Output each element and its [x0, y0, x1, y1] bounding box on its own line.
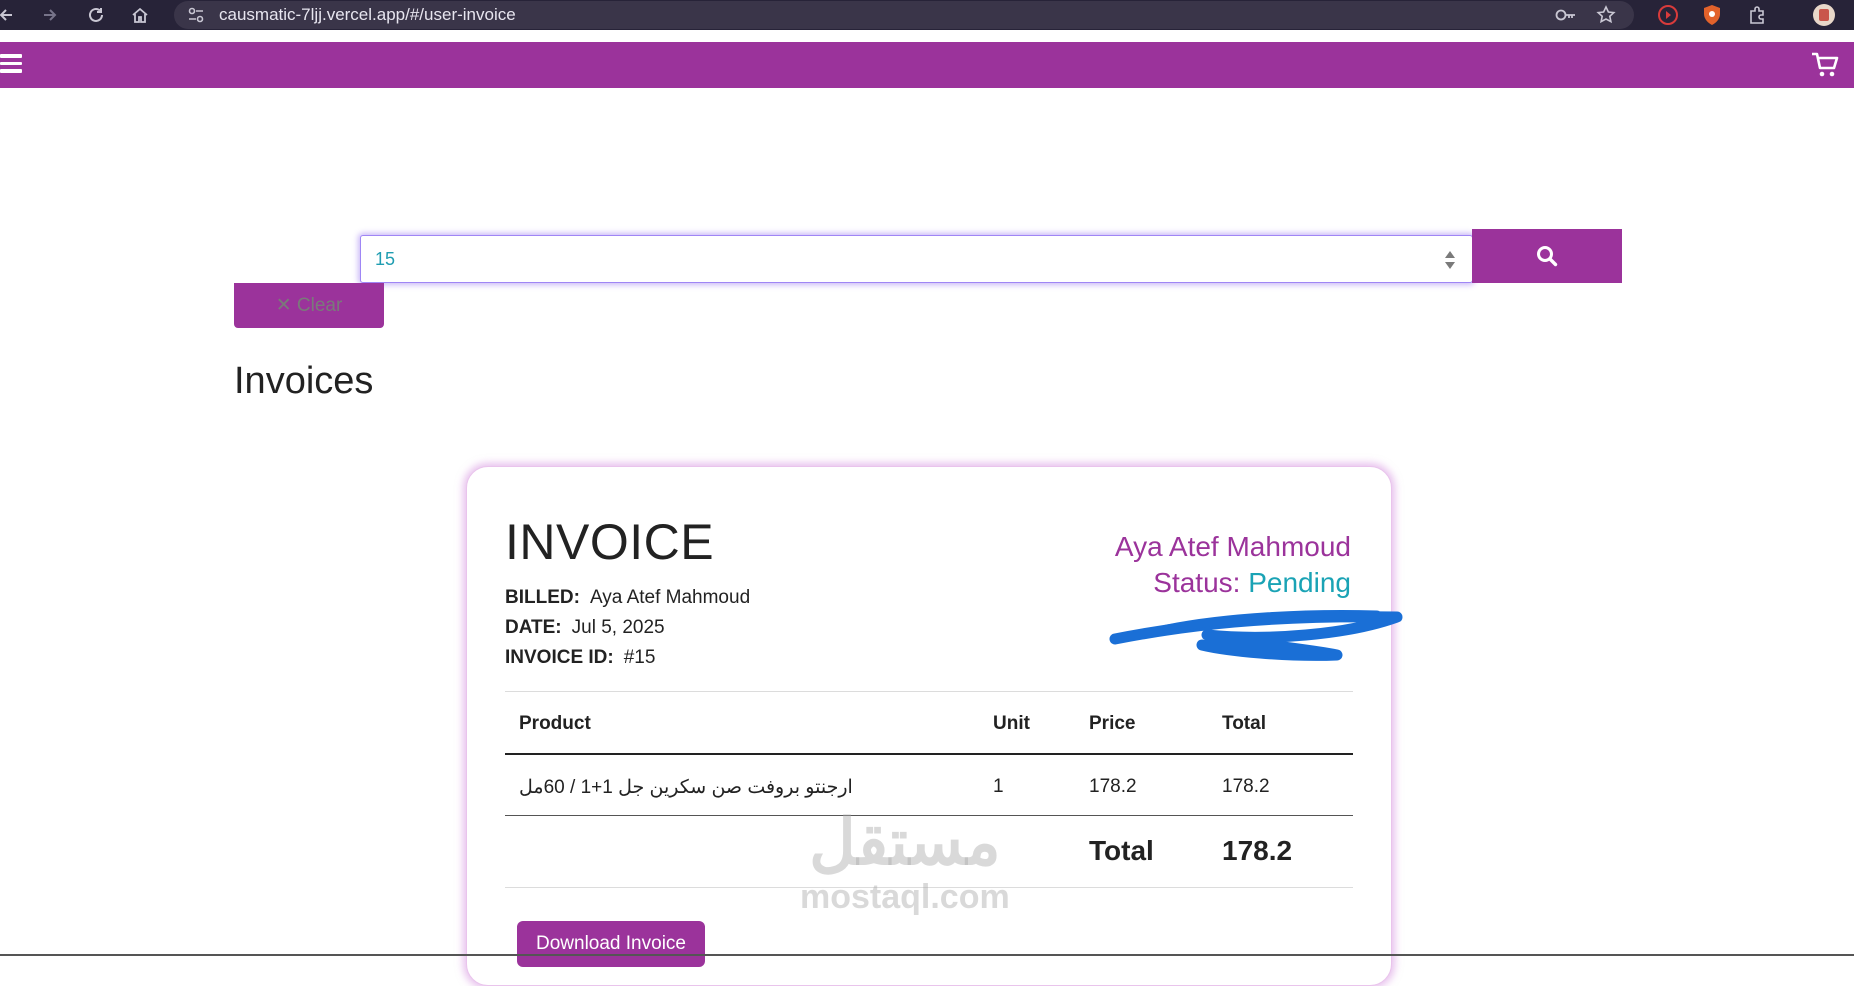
- number-spinner-icon[interactable]: [1444, 248, 1456, 272]
- product-cell: ارجنتو بروفت صن سكرين جل 1+1 / 60مل: [519, 777, 853, 798]
- total-cell: 178.2: [1222, 776, 1270, 797]
- grand-total-value: 178.2: [1222, 835, 1293, 866]
- page-title: Invoices: [234, 360, 374, 402]
- redaction-scribble: [1109, 610, 1403, 661]
- billed-label: BILLED:: [505, 587, 580, 608]
- invoice-search-field: [360, 235, 1473, 283]
- search-icon: [1537, 246, 1558, 267]
- puzzle-extension-icon[interactable]: [1746, 3, 1770, 27]
- reload-icon[interactable]: [84, 3, 108, 27]
- search-button[interactable]: [1472, 229, 1622, 283]
- date-value: Jul 5, 2025: [571, 617, 665, 638]
- shield-extension-icon[interactable]: [1700, 3, 1724, 27]
- site-settings-icon[interactable]: [186, 5, 206, 25]
- download-invoice-button[interactable]: Download Invoice: [517, 921, 705, 967]
- cart-icon[interactable]: [1810, 51, 1840, 79]
- watermark-arabic: مستقل: [809, 806, 1001, 878]
- hamburger-icon[interactable]: [0, 54, 24, 76]
- record-extension-icon[interactable]: [1656, 3, 1680, 27]
- grand-total-label: Total: [1089, 835, 1154, 866]
- key-icon[interactable]: [1554, 3, 1578, 27]
- unit-cell: 1: [993, 776, 1004, 797]
- browser-toolbar: causmatic-7ljj.vercel.app/#/user-invoice: [0, 0, 1854, 30]
- app-header: [0, 42, 1854, 88]
- billed-value: Aya Atef Mahmoud: [589, 587, 751, 608]
- date-label: DATE:: [505, 617, 562, 638]
- profile-avatar-icon[interactable]: [1812, 3, 1836, 27]
- status-value: Pending: [1248, 567, 1351, 598]
- invoice-heading: INVOICE: [505, 514, 715, 570]
- customer-name: Aya Atef Mahmoud: [1114, 531, 1351, 562]
- invoice-search-input[interactable]: [375, 236, 1375, 282]
- address-bar[interactable]: causmatic-7ljj.vercel.app/#/user-invoice: [174, 1, 1634, 29]
- watermark-latin: mostaql.com: [800, 878, 1010, 916]
- clear-button-label: ✕ Clear: [275, 295, 343, 316]
- billed-row: BILLED: Aya Atef Mahmoud: [505, 587, 750, 609]
- date-row: DATE: Jul 5, 2025: [505, 617, 665, 639]
- table-header-divider: [505, 753, 1353, 755]
- invoice-id-label: INVOICE ID:: [505, 647, 614, 668]
- back-arrow-icon[interactable]: [0, 3, 18, 27]
- home-icon[interactable]: [128, 3, 152, 27]
- mostaql-watermark: مستقل mostaql.com: [800, 810, 1010, 917]
- column-header-unit: Unit: [993, 713, 1030, 734]
- column-header-total: Total: [1222, 713, 1266, 734]
- invoice-id-row: INVOICE ID: #15: [505, 647, 655, 669]
- column-header-product: Product: [519, 713, 591, 734]
- price-cell: 178.2: [1089, 776, 1137, 797]
- table-top-divider: [505, 691, 1353, 692]
- status-label: Status:: [1153, 567, 1241, 598]
- column-header-price: Price: [1089, 713, 1136, 734]
- forward-arrow-icon[interactable]: [38, 3, 62, 27]
- clear-button[interactable]: ✕ Clear: [234, 283, 384, 328]
- invoice-id-value: #15: [623, 647, 656, 668]
- star-icon[interactable]: [1594, 3, 1618, 27]
- url-text: causmatic-7ljj.vercel.app/#/user-invoice: [219, 5, 516, 24]
